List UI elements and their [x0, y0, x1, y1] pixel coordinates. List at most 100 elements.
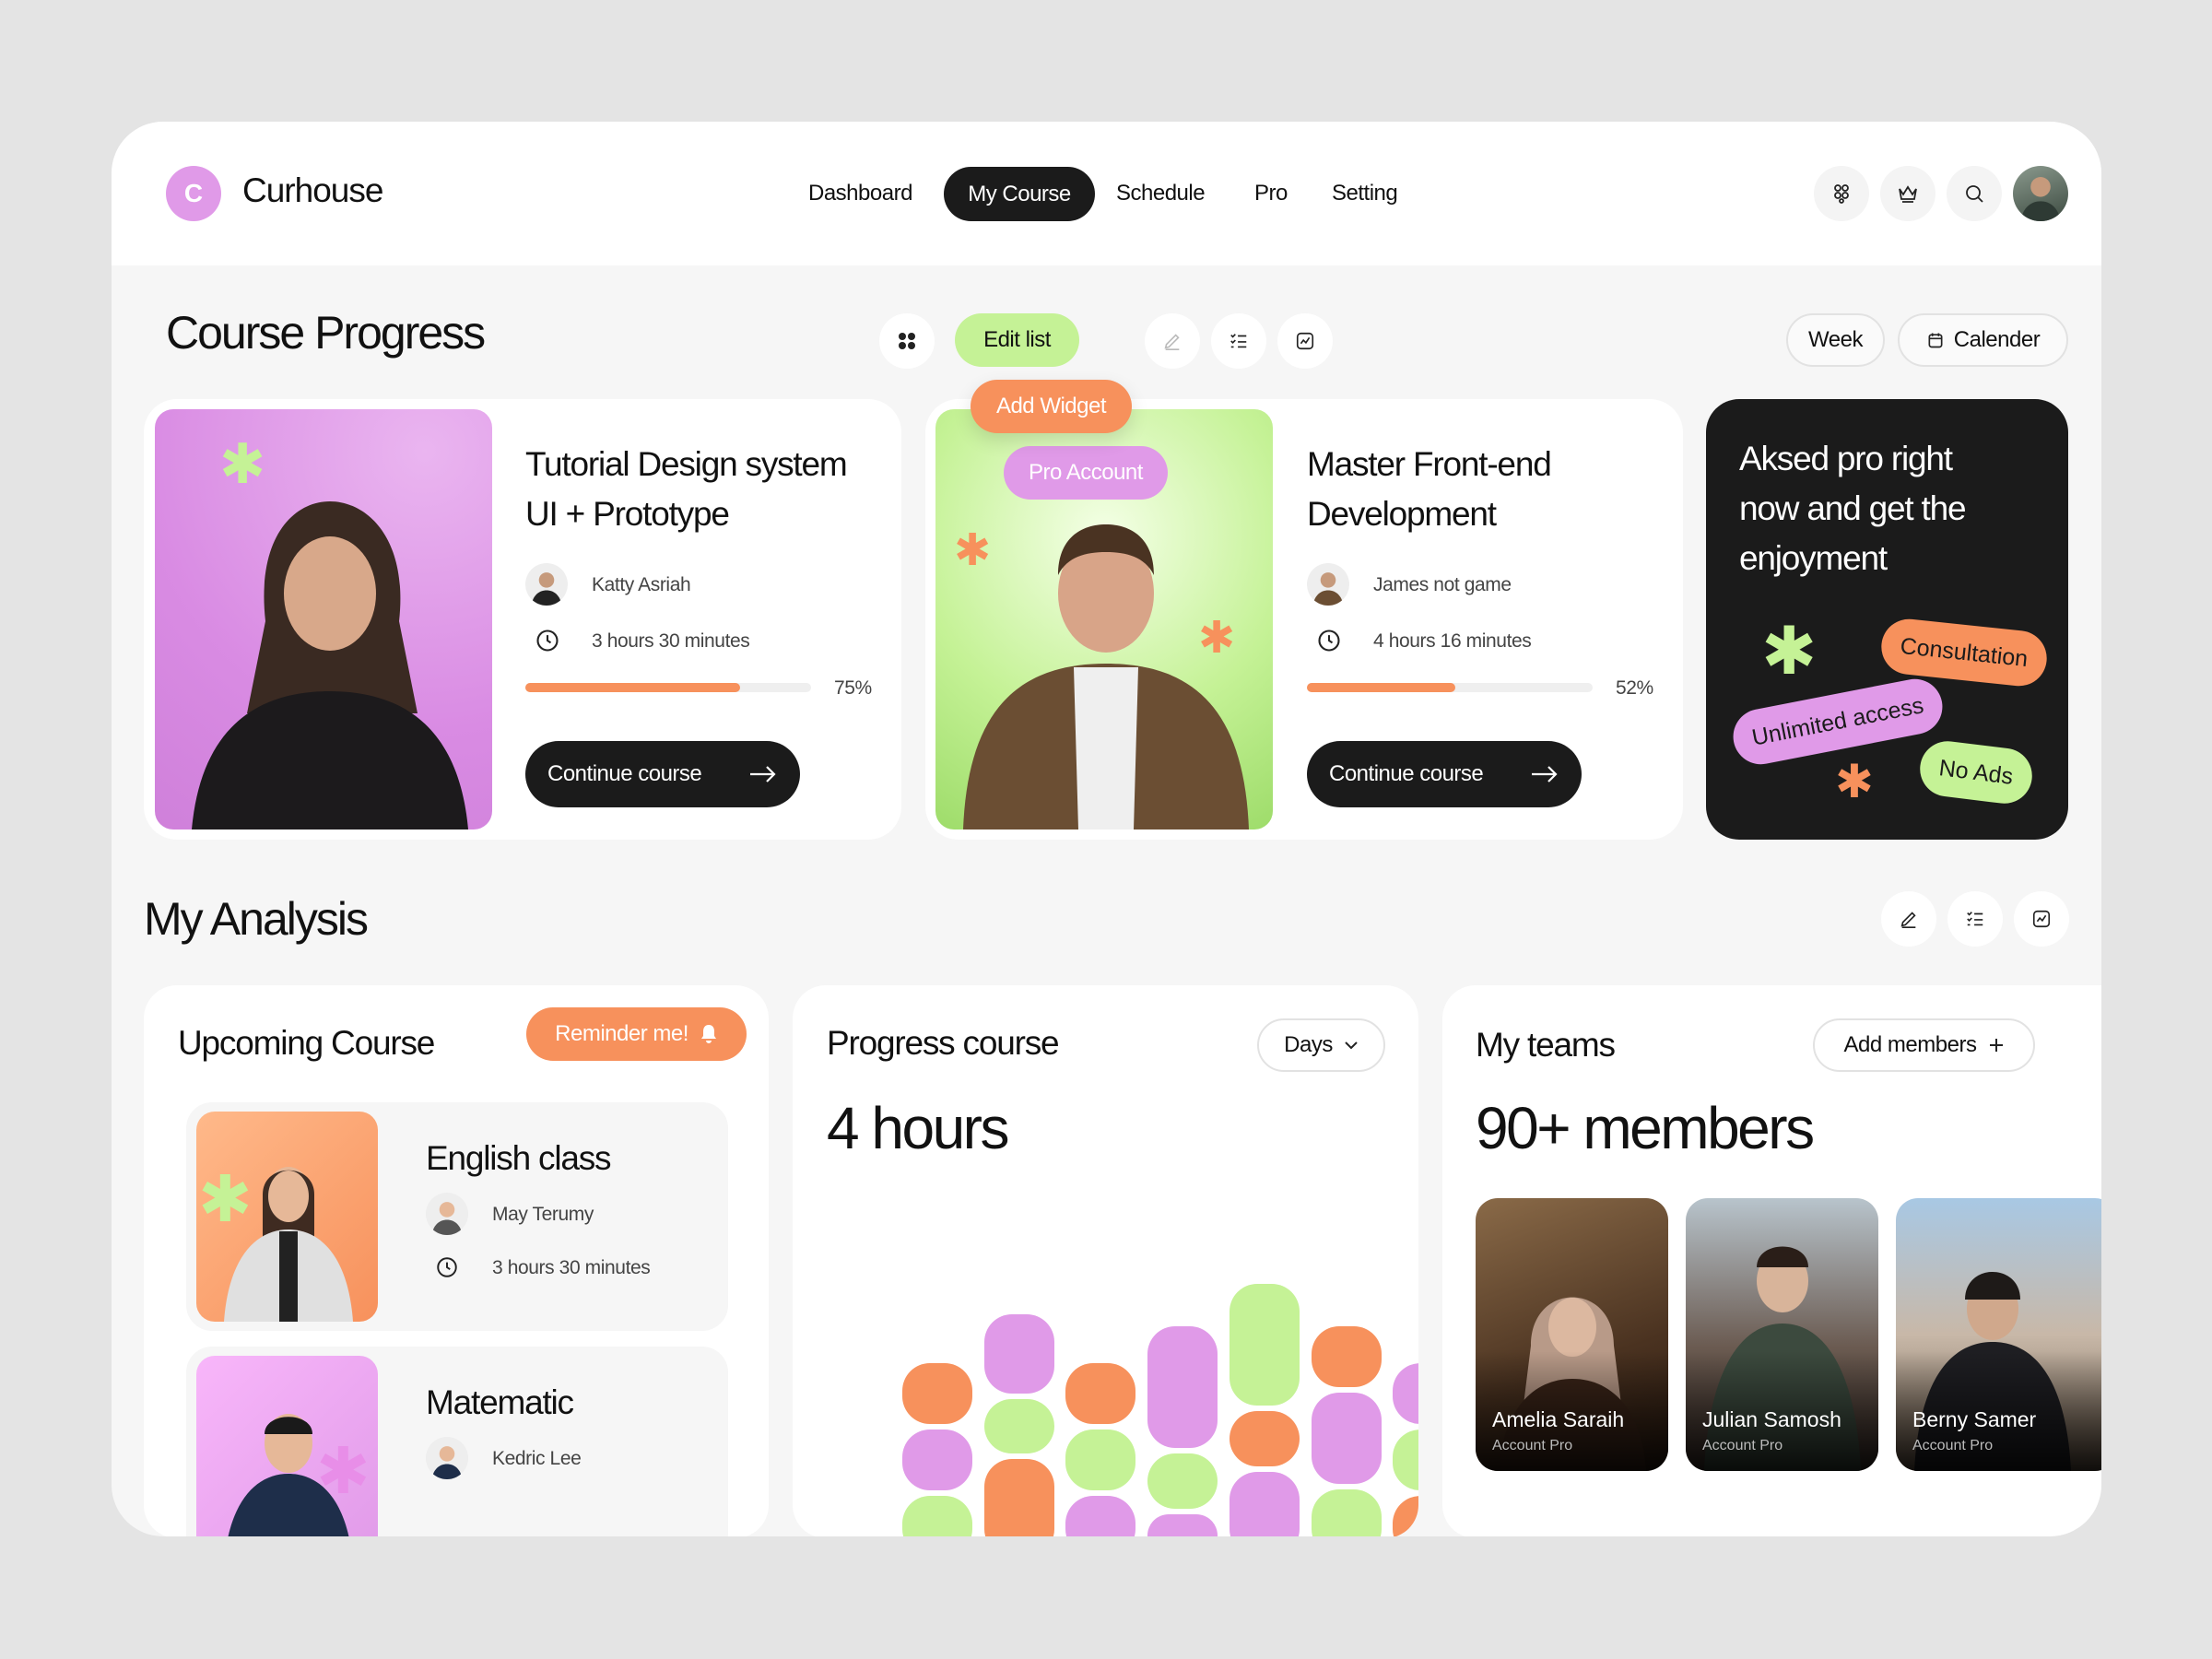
progress-label: 75% — [834, 677, 872, 699]
crown-button[interactable] — [1880, 166, 1936, 221]
continue-course-button[interactable]: Continue course — [525, 741, 800, 807]
clock-icon — [1318, 629, 1340, 652]
instructor-photo — [192, 501, 468, 830]
tag-no-ads: No Ads — [1916, 737, 2036, 807]
author-avatar — [426, 1193, 468, 1235]
bar-segment-wed — [1147, 1326, 1218, 1449]
calendar-icon — [1928, 333, 1943, 348]
add-widget-button[interactable]: Add Widget — [971, 380, 1132, 433]
checklist-button[interactable] — [1947, 891, 2003, 947]
member-role: Account Pro — [1702, 1438, 1783, 1453]
instructor-photo — [963, 524, 1249, 830]
upcoming-item[interactable]: ✱ Matematic Kedric Lee — [186, 1347, 728, 1536]
course-image: ✱ — [196, 1356, 378, 1536]
course-title: Master Front-end Development — [1307, 445, 1552, 533]
bar-segment-sat — [1393, 1363, 1418, 1424]
bell-icon — [700, 1025, 716, 1043]
team-member-card[interactable]: Julian Samosh Account Pro — [1686, 1198, 1878, 1471]
author-avatar — [1307, 563, 1349, 606]
member-name: Julian Samosh — [1702, 1407, 1841, 1431]
team-member-card[interactable]: Amelia Saraih Account Pro — [1476, 1198, 1668, 1471]
bar-segment-wed — [1147, 1513, 1218, 1536]
arrow-right-icon — [750, 766, 776, 782]
grid-view-button[interactable] — [879, 313, 935, 369]
edit-button[interactable] — [1145, 313, 1200, 369]
card-title: Upcoming Course — [178, 1024, 435, 1062]
member-name: Berny Samer — [1912, 1407, 2037, 1431]
nav-setting[interactable]: Setting — [1332, 181, 1398, 206]
item-duration: 3 hours 30 minutes — [492, 1257, 651, 1278]
top-nav: C Curhouse Dashboard My Course Schedule … — [112, 122, 2101, 265]
calendar-button[interactable]: Calender — [1898, 313, 2068, 367]
calendar-label: Calender — [1953, 327, 2041, 352]
course-image: ✱ — [155, 409, 492, 830]
add-members-button[interactable]: Add members — [1813, 1018, 2035, 1072]
progress-track — [1307, 683, 1593, 692]
pro-promo-card[interactable]: Aksed pro right now and get the enjoyment … — [1706, 399, 2068, 840]
button-label: Add members — [1843, 1032, 1977, 1057]
member-role: Account Pro — [1492, 1438, 1573, 1453]
crown-icon — [1899, 185, 1917, 203]
author-name: Katty Asriah — [592, 574, 691, 595]
member-role: Account Pro — [1912, 1438, 1994, 1453]
edit-button[interactable] — [1881, 891, 1936, 947]
item-title: Matematic — [426, 1383, 574, 1421]
card-title: My teams — [1476, 1026, 1616, 1064]
team-member-card[interactable]: Berny Samer Account Pro — [1896, 1198, 2101, 1471]
bar-segment-sat — [1393, 1496, 1418, 1536]
week-button[interactable]: Week — [1786, 313, 1885, 367]
nav-dashboard[interactable]: Dashboard — [808, 181, 912, 206]
nav-my-course[interactable]: My Course — [944, 167, 1095, 221]
checklist-icon — [1230, 334, 1247, 348]
chart-button[interactable] — [1277, 313, 1333, 369]
page-title: Course Progress — [166, 307, 486, 359]
checklist-button[interactable] — [1211, 313, 1266, 369]
bar-segment-thu — [1229, 1411, 1300, 1466]
course-duration: 4 hours 16 minutes — [1373, 630, 1532, 652]
grid-icon — [899, 333, 915, 349]
chart-box-icon — [1296, 332, 1314, 350]
reminder-button[interactable]: Reminder me! — [526, 1007, 747, 1061]
my-teams-card: My teams Add members 90+ members Amelia … — [1442, 985, 2101, 1536]
logo[interactable]: C — [166, 166, 221, 221]
promo-text: Aksed pro right now and get the enjoyment — [1739, 440, 1967, 577]
clock-icon — [437, 1257, 457, 1277]
bar-segment-thu — [1229, 1471, 1300, 1536]
nav-pro[interactable]: Pro — [1254, 181, 1288, 206]
user-avatar[interactable] — [2013, 166, 2068, 221]
chart-box-icon — [2032, 910, 2051, 928]
progress-course-card: Progress course Days 4 hours SunMonTueWe… — [793, 985, 1418, 1536]
author-name: May Terumy — [492, 1204, 594, 1225]
author-avatar — [525, 563, 568, 606]
clock-icon — [536, 629, 559, 652]
bar-segment-sun — [902, 1496, 972, 1536]
apps-icon — [1834, 184, 1849, 204]
bar-segment-mon — [983, 1399, 1054, 1454]
arrow-right-icon — [1532, 766, 1558, 782]
bar-segment-mon — [983, 1314, 1054, 1394]
item-title: English class — [426, 1139, 612, 1177]
bar-segment-mon — [983, 1459, 1054, 1536]
bar-segment-thu — [1229, 1284, 1300, 1406]
progress-track — [525, 683, 811, 692]
button-label: Continue course — [1329, 761, 1484, 786]
continue-course-button[interactable]: Continue course — [1307, 741, 1582, 807]
progress-fill — [1307, 683, 1456, 692]
apps-button[interactable] — [1814, 166, 1869, 221]
nav-schedule[interactable]: Schedule — [1116, 181, 1206, 206]
bar-segment-fri — [1311, 1489, 1382, 1536]
author-avatar — [426, 1437, 468, 1479]
asterisk-decoration: ✱ — [1761, 615, 1818, 688]
upcoming-course-card: Upcoming Course Reminder me! ✱ English c… — [144, 985, 769, 1536]
edit-list-button[interactable]: Edit list — [955, 313, 1079, 367]
search-icon — [1966, 185, 1983, 203]
author-name: James not game — [1373, 574, 1512, 595]
tag-consultation: Consultation — [1878, 616, 2050, 689]
section-title: My Analysis — [144, 893, 369, 945]
brand-name: Curhouse — [242, 171, 383, 209]
person-photo — [2020, 177, 2061, 221]
chart-button[interactable] — [2014, 891, 2069, 947]
upcoming-item[interactable]: ✱ English class May Terumy 3 hours 30 mi… — [186, 1102, 728, 1331]
bar-segment-sun — [902, 1363, 972, 1424]
search-button[interactable] — [1947, 166, 2002, 221]
